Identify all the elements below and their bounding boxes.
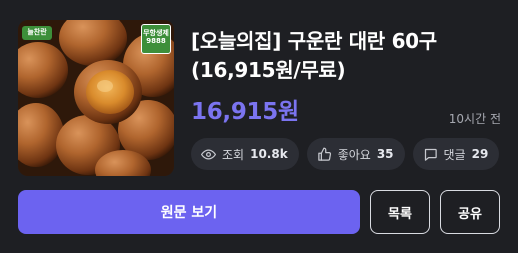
deal-title[interactable]: [오늘의집] 구운란 대란 60구 (16,915원/무료) <box>191 27 501 85</box>
views-pill: 조회 10.8k <box>191 138 299 170</box>
comments-pill[interactable]: 댓글 29 <box>412 138 500 170</box>
eye-icon <box>201 147 216 162</box>
comments-count: 29 <box>471 147 489 161</box>
thumbnail-badge-left: 늘찬란 <box>22 26 52 40</box>
stats-row: 조회 10.8k 좋아요 35 댓글 29 <box>191 138 500 170</box>
thumbs-up-icon <box>317 147 332 162</box>
deal-card: 늘찬란 무항생제 9888 [오늘의집] 구운란 대란 60구 (16,915원… <box>0 0 518 253</box>
views-label: 조회 <box>222 147 245 162</box>
comments-label: 댓글 <box>443 147 466 162</box>
list-button[interactable]: 목록 <box>370 190 430 234</box>
views-count: 10.8k <box>250 147 288 161</box>
likes-pill[interactable]: 좋아요 35 <box>306 138 405 170</box>
thumbnail-badge-right: 무항생제 9888 <box>141 24 171 54</box>
posted-time: 10시간 전 <box>448 112 501 126</box>
comment-bubble-icon <box>423 147 438 162</box>
product-thumbnail[interactable]: 늘찬란 무항생제 9888 <box>18 20 174 176</box>
share-button[interactable]: 공유 <box>440 190 500 234</box>
likes-label: 좋아요 <box>337 147 371 162</box>
view-original-button[interactable]: 원문 보기 <box>18 190 360 234</box>
deal-price: 16,915원 <box>191 99 299 125</box>
likes-count: 35 <box>376 147 394 161</box>
